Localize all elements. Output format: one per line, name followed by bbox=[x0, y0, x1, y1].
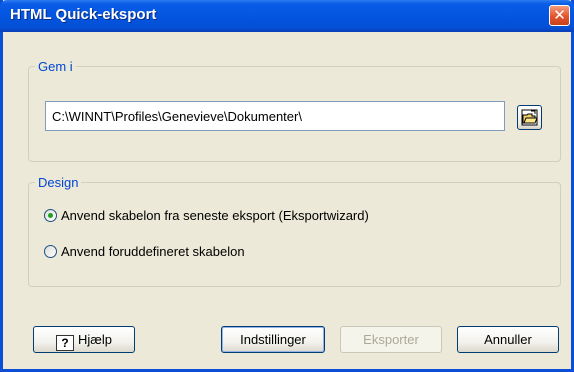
design-group: Design bbox=[28, 175, 561, 287]
help-icon: ? bbox=[56, 335, 75, 351]
close-button[interactable]: ✕ bbox=[549, 5, 570, 26]
export-button[interactable]: Eksporter bbox=[340, 326, 442, 353]
radio-label-predefined: Anvend foruddefineret skabelon bbox=[61, 244, 245, 259]
radio-predefined-template[interactable]: Anvend foruddefineret skabelon bbox=[44, 244, 245, 259]
title-bar[interactable]: HTML Quick-eksport ✕ bbox=[0, 0, 574, 32]
radio-button-checked[interactable] bbox=[44, 209, 57, 222]
radio-button-unchecked[interactable] bbox=[44, 245, 57, 258]
settings-button[interactable]: Indstillinger bbox=[221, 326, 325, 353]
settings-button-label: Indstillinger bbox=[240, 332, 306, 347]
help-button[interactable]: ? Hjælp bbox=[33, 326, 135, 353]
radio-label-last-export: Anvend skabelon fra seneste eksport (Eks… bbox=[61, 208, 369, 223]
help-button-label: Hjælp bbox=[78, 332, 112, 347]
export-button-label: Eksporter bbox=[363, 332, 419, 347]
cancel-button-label: Annuller bbox=[484, 332, 532, 347]
window-title: HTML Quick-eksport bbox=[10, 6, 157, 23]
quick-export-dialog: HTML Quick-eksport ✕ Gem i Design Anvend… bbox=[0, 0, 574, 372]
open-folder-icon bbox=[521, 109, 538, 126]
browse-folder-button[interactable] bbox=[517, 105, 542, 130]
save-path-input[interactable] bbox=[45, 101, 505, 131]
cancel-button[interactable]: Annuller bbox=[457, 326, 559, 353]
save-location-legend: Gem i bbox=[38, 59, 73, 74]
design-legend: Design bbox=[38, 175, 79, 190]
radio-last-export-template[interactable]: Anvend skabelon fra seneste eksport (Eks… bbox=[44, 208, 369, 223]
close-icon: ✕ bbox=[553, 6, 566, 24]
